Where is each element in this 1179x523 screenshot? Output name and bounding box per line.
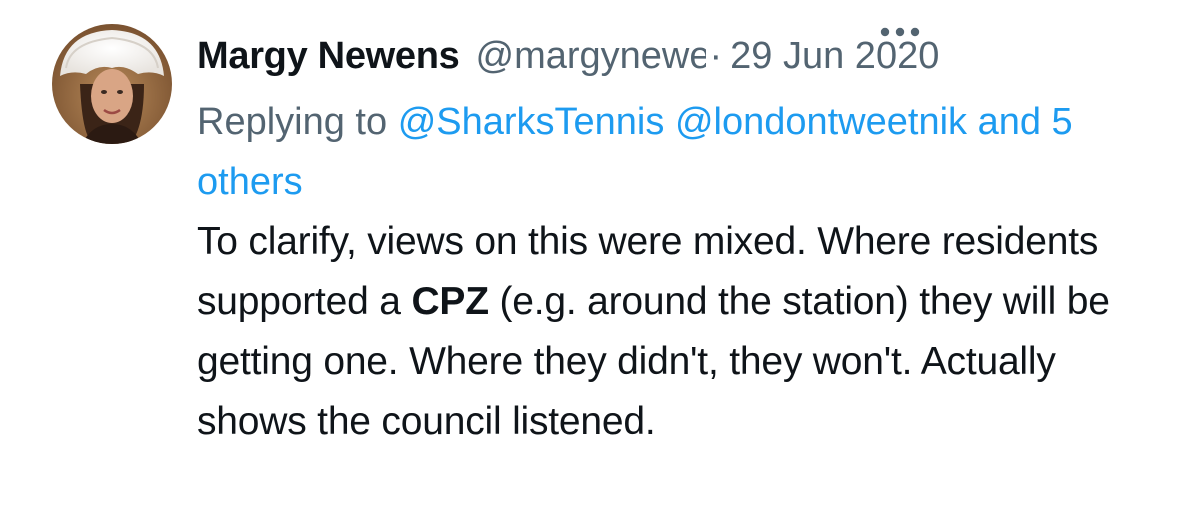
mention-sharkstennis[interactable]: @SharksTennis xyxy=(398,101,665,143)
user-handle[interactable]: @margynewens xyxy=(476,28,706,84)
date-separator: · xyxy=(709,35,723,77)
tweet-text-bold: CPZ xyxy=(411,280,489,323)
mention-londontweetnik[interactable]: @londontweetnik xyxy=(675,101,967,143)
replying-to: Replying to @SharksTennis @londontweetni… xyxy=(197,92,1137,212)
more-horizontal-icon[interactable] xyxy=(877,22,927,42)
replying-to-label: Replying to xyxy=(197,101,388,143)
tweet: Margy Newens @margynewens · 29 Jun 2020 … xyxy=(0,0,1179,523)
display-name[interactable]: Margy Newens xyxy=(197,28,460,84)
avatar-photo xyxy=(52,24,172,144)
tweet-content: Margy Newens @margynewens · 29 Jun 2020 … xyxy=(197,28,1137,452)
tweet-header: Margy Newens @margynewens · 29 Jun 2020 xyxy=(197,28,1137,84)
tweet-text: To clarify, views on this were mixed. Wh… xyxy=(197,212,1137,452)
avatar[interactable] xyxy=(52,24,172,144)
